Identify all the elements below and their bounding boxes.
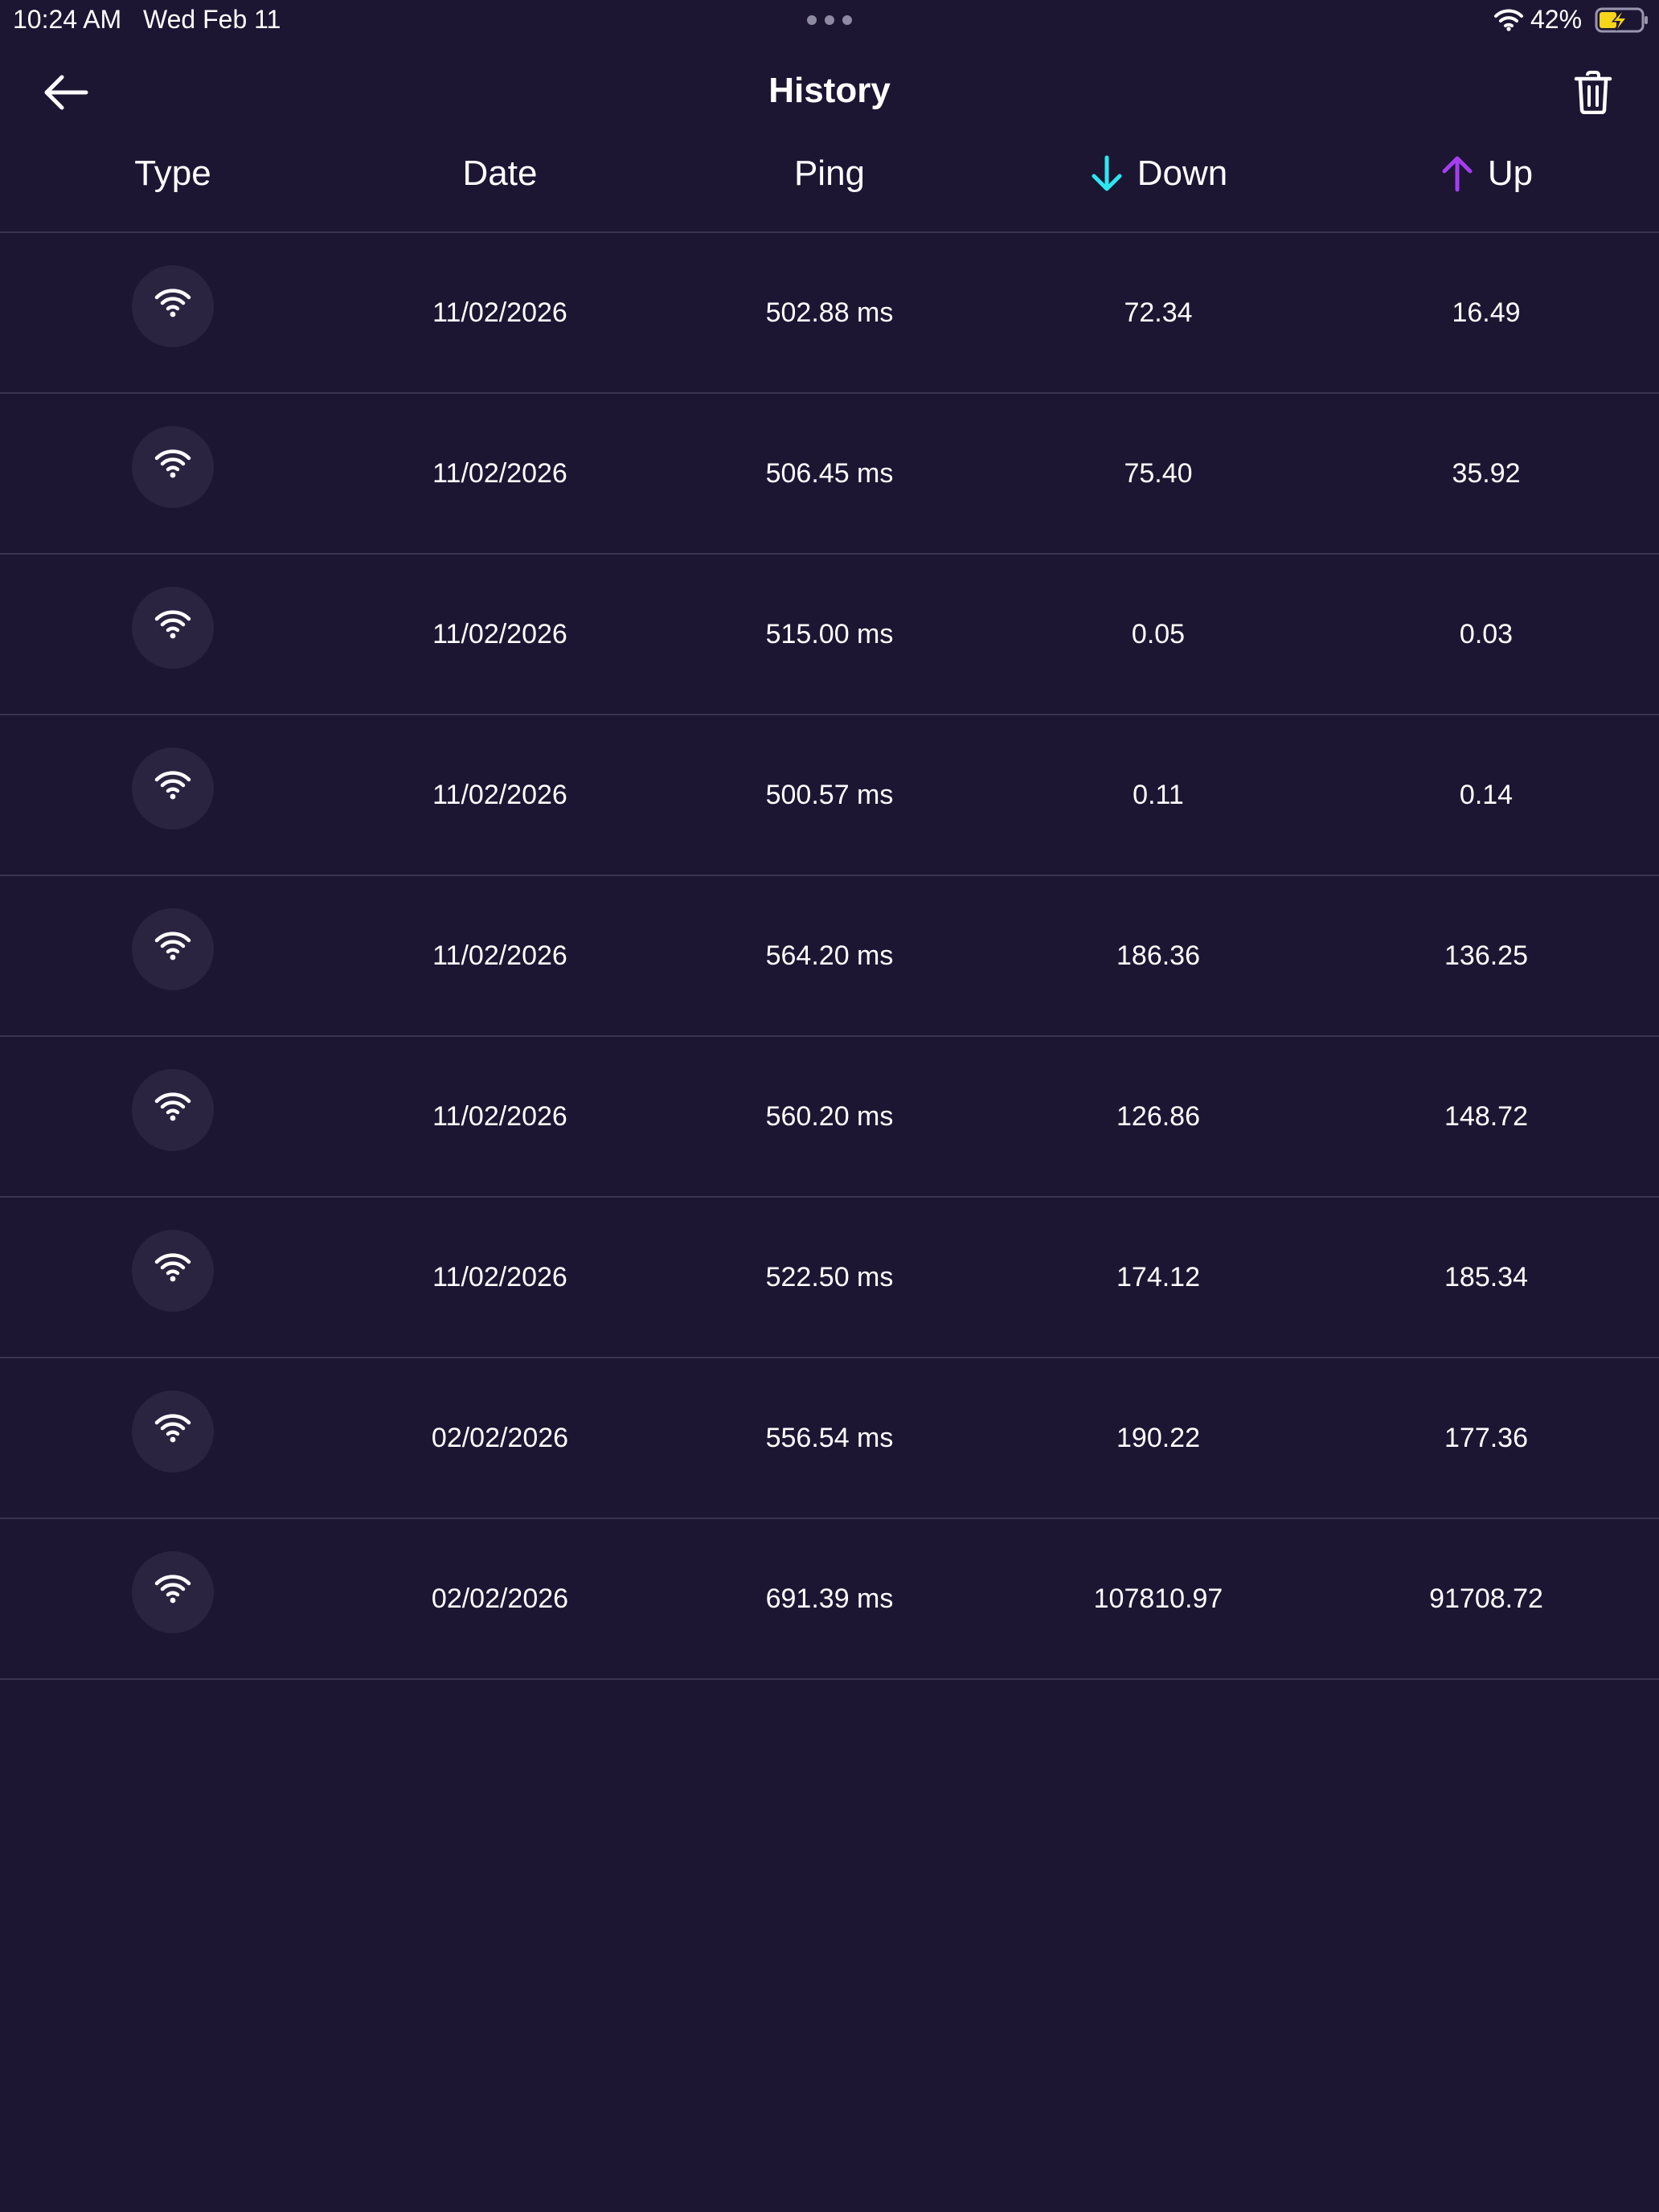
date-cell: 11/02/2026: [432, 618, 567, 649]
ping-cell: 564.20 ms: [765, 940, 894, 971]
multitasking-dots-icon[interactable]: [807, 14, 852, 26]
history-row[interactable]: 02/02/2026 691.39 ms 107810.97 91708.72: [0, 1519, 1659, 1680]
column-label-down: Down: [1137, 154, 1228, 193]
wifi-icon: [154, 608, 192, 648]
type-cell: [0, 876, 346, 1035]
trash-icon: [1574, 70, 1612, 118]
date-cell: 11/02/2026: [432, 940, 567, 971]
date-cell: 11/02/2026: [432, 779, 567, 810]
wifi-icon: [154, 1091, 192, 1130]
column-header-type: Type: [0, 148, 346, 199]
type-cell: [0, 1519, 346, 1678]
wifi-icon: [1493, 8, 1524, 32]
back-button[interactable]: [35, 68, 96, 121]
battery-percent: 42%: [1530, 5, 1583, 34]
download-cell: 190.22: [1116, 1422, 1200, 1453]
connection-type-badge: [132, 426, 214, 508]
connection-type-badge: [132, 1230, 214, 1312]
type-cell: [0, 394, 346, 553]
connection-type-badge: [132, 1391, 214, 1473]
download-cell: 107810.97: [1093, 1583, 1223, 1614]
type-cell: [0, 715, 346, 875]
type-cell: [0, 1358, 346, 1518]
upload-cell: 0.14: [1459, 779, 1514, 810]
wifi-icon: [154, 1573, 192, 1612]
wifi-icon: [154, 448, 192, 487]
download-cell: 174.12: [1116, 1261, 1200, 1292]
history-row[interactable]: 11/02/2026 500.57 ms 0.11 0.14: [0, 715, 1659, 876]
history-row[interactable]: 02/02/2026 556.54 ms 190.22 177.36: [0, 1358, 1659, 1519]
date-cell: 02/02/2026: [431, 1422, 569, 1453]
column-header-date: Date: [334, 148, 666, 199]
date-cell: 02/02/2026: [431, 1583, 569, 1614]
download-cell: 75.40: [1124, 457, 1193, 489]
type-cell: [0, 233, 346, 392]
delete-history-button[interactable]: [1567, 66, 1619, 122]
connection-type-badge: [132, 265, 214, 347]
type-cell: [0, 555, 346, 714]
history-screen: 10:24 AM Wed Feb 11 42% History Type Dat…: [0, 0, 1659, 2212]
history-list: 11/02/2026 502.88 ms 72.34 16.49 11/02/2…: [0, 233, 1659, 1680]
wifi-icon: [154, 930, 192, 969]
history-row[interactable]: 11/02/2026 522.50 ms 174.12 185.34: [0, 1198, 1659, 1358]
ping-cell: 556.54 ms: [765, 1422, 894, 1453]
wifi-icon: [154, 287, 192, 326]
connection-type-badge: [132, 908, 214, 990]
column-header-up: Up: [1323, 148, 1649, 199]
history-row[interactable]: 11/02/2026 560.20 ms 126.86 148.72: [0, 1037, 1659, 1198]
download-cell: 126.86: [1116, 1100, 1200, 1132]
battery-charging-icon: [1595, 6, 1649, 34]
history-row[interactable]: 11/02/2026 564.20 ms 186.36 136.25: [0, 876, 1659, 1037]
ping-cell: 522.50 ms: [765, 1261, 894, 1292]
column-header-down: Down: [993, 148, 1323, 199]
date-cell: 11/02/2026: [432, 1100, 567, 1132]
arrow-up-icon: [1440, 154, 1475, 193]
upload-cell: 185.34: [1444, 1261, 1528, 1292]
download-cell: 0.05: [1131, 618, 1186, 649]
date-cell: 11/02/2026: [432, 297, 567, 328]
upload-cell: 177.36: [1444, 1422, 1528, 1453]
column-label-date: Date: [462, 154, 538, 193]
ping-cell: 500.57 ms: [765, 779, 894, 810]
ping-cell: 691.39 ms: [765, 1583, 894, 1614]
column-label-up: Up: [1487, 154, 1534, 193]
column-header-ping: Ping: [664, 148, 995, 199]
upload-cell: 136.25: [1444, 940, 1528, 971]
type-cell: [0, 1037, 346, 1196]
history-row[interactable]: 11/02/2026 502.88 ms 72.34 16.49: [0, 233, 1659, 394]
download-cell: 72.34: [1124, 297, 1193, 328]
upload-cell: 148.72: [1444, 1100, 1528, 1132]
arrow-down-icon: [1089, 154, 1124, 193]
status-bar: 10:24 AM Wed Feb 11 42%: [0, 0, 1659, 40]
column-label-type: Type: [134, 154, 211, 193]
connection-type-badge: [132, 1551, 214, 1633]
type-cell: [0, 1198, 346, 1357]
upload-cell: 16.49: [1452, 297, 1521, 328]
upload-cell: 0.03: [1459, 618, 1514, 649]
connection-type-badge: [132, 587, 214, 669]
date-cell: 11/02/2026: [432, 1261, 567, 1292]
wifi-icon: [154, 1251, 192, 1291]
upload-cell: 35.92: [1452, 457, 1521, 489]
ping-cell: 502.88 ms: [765, 297, 894, 328]
download-cell: 186.36: [1116, 940, 1200, 971]
status-date: Wed Feb 11: [143, 5, 281, 34]
wifi-icon: [154, 1412, 192, 1452]
upload-cell: 91708.72: [1429, 1583, 1543, 1614]
ping-cell: 560.20 ms: [765, 1100, 894, 1132]
page-title: History: [768, 71, 891, 110]
status-time: 10:24 AM: [13, 5, 122, 34]
history-row[interactable]: 11/02/2026 515.00 ms 0.05 0.03: [0, 555, 1659, 715]
column-label-ping: Ping: [793, 154, 866, 193]
download-cell: 0.11: [1133, 779, 1184, 810]
ping-cell: 515.00 ms: [765, 618, 894, 649]
connection-type-badge: [132, 748, 214, 830]
history-row[interactable]: 11/02/2026 506.45 ms 75.40 35.92: [0, 394, 1659, 555]
ping-cell: 506.45 ms: [765, 457, 894, 489]
connection-type-badge: [132, 1069, 214, 1151]
date-cell: 11/02/2026: [432, 457, 567, 489]
arrow-left-icon: [43, 74, 89, 115]
wifi-icon: [154, 769, 192, 809]
